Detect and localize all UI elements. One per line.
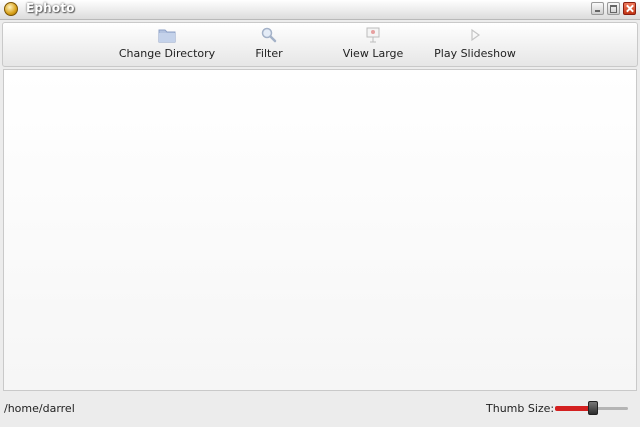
maximize-icon[interactable] (607, 2, 620, 15)
view-large-label: View Large (342, 47, 404, 60)
toolbar: Change Directory Filter View Large Play … (2, 22, 638, 67)
play-slideshow-button[interactable]: Play Slideshow (431, 23, 519, 66)
change-directory-label: Change Directory (118, 47, 216, 60)
thumbnail-grid[interactable] (3, 69, 637, 391)
filter-label: Filter (255, 47, 283, 60)
close-icon[interactable] (623, 2, 636, 15)
presentation-icon (364, 27, 382, 43)
thumb-size-label: Thumb Size: (486, 402, 555, 415)
play-slideshow-label: Play Slideshow (434, 47, 516, 60)
title-bar[interactable]: Ephoto (0, 0, 640, 20)
magnifier-icon (260, 27, 278, 43)
folder-icon (158, 27, 176, 43)
play-icon (466, 27, 484, 43)
change-directory-button[interactable]: Change Directory (115, 23, 219, 66)
filter-button[interactable]: Filter (243, 23, 295, 66)
current-directory-path: /home/darrel (4, 402, 75, 415)
window-title: Ephoto (26, 1, 75, 15)
view-large-button[interactable]: View Large (337, 23, 409, 66)
ephoto-app-icon[interactable] (4, 2, 18, 16)
status-bar: /home/darrel Thumb Size: (0, 394, 640, 427)
thumb-size-slider-handle[interactable] (587, 401, 598, 415)
minimize-icon[interactable] (591, 2, 604, 15)
thumb-size-slider[interactable] (555, 401, 628, 415)
